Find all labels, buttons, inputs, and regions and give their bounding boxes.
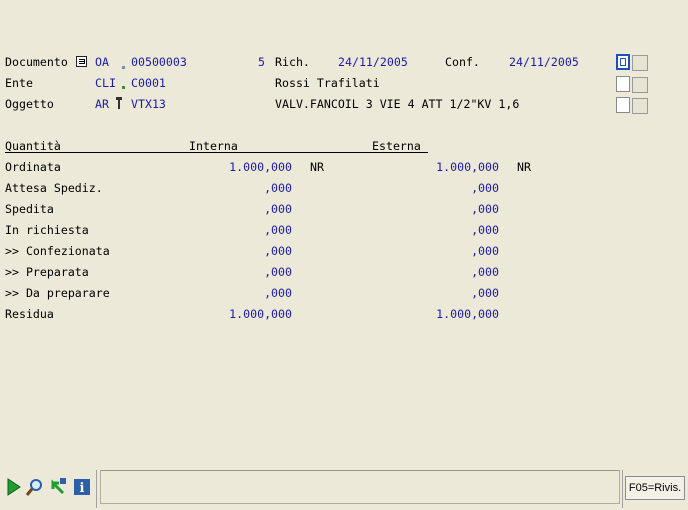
row-esterna-value: ,000 [471, 265, 499, 279]
info-icon[interactable]: i [72, 476, 92, 498]
row-esterna-unit: NR [517, 160, 531, 174]
row-label: >> Preparata [5, 265, 89, 279]
row-label: >> Da preparare [5, 286, 110, 300]
conf-label: Conf. [445, 55, 480, 69]
row-interna-value: ,000 [264, 223, 292, 237]
svg-text:i: i [80, 481, 85, 496]
separator-dot-icon [122, 66, 125, 69]
row-label: Ordinata [5, 160, 61, 174]
row-interna-value: ,000 [264, 202, 292, 216]
row-esterna-value: ,000 [471, 181, 499, 195]
documento-revision[interactable]: 5 [258, 55, 265, 69]
documento-label: Documento [5, 55, 68, 69]
ente-name: Rossi Trafilati [275, 76, 380, 90]
oggetto-type[interactable]: AR [95, 97, 109, 111]
conf-date[interactable]: 24/11/2005 [509, 55, 579, 69]
search-icon[interactable] [25, 476, 45, 498]
row-interna-value: 1.000,000 [229, 307, 292, 321]
row-esterna-value: ,000 [471, 223, 499, 237]
row-esterna-value: ,000 [471, 244, 499, 258]
ente-code[interactable]: C0001 [131, 76, 166, 90]
row-interna-value: ,000 [264, 265, 292, 279]
lookup-button-1[interactable] [632, 55, 648, 71]
row-esterna-value: ,000 [471, 286, 499, 300]
oggetto-description: VALV.FANCOIL 3 VIE 4 ATT 1/2"KV 1,6 [275, 97, 520, 111]
row-interna-value: ,000 [264, 244, 292, 258]
status-panel [100, 470, 620, 504]
row-esterna-value: 1.000,000 [436, 160, 499, 174]
row-interna-value: ,000 [264, 286, 292, 300]
row-label: >> Confezionata [5, 244, 110, 258]
row-label: Residua [5, 307, 54, 321]
lookup-button-2[interactable] [632, 77, 648, 93]
row-interna-value: ,000 [264, 181, 292, 195]
documento-number[interactable]: 00500003 [131, 55, 187, 69]
header-interna: Interna [189, 139, 238, 153]
toolbar-separator [96, 470, 97, 508]
row-label: In richiesta [5, 223, 89, 237]
ente-label: Ente [5, 76, 33, 90]
row-esterna-value: ,000 [471, 202, 499, 216]
row-esterna-value: 1.000,000 [436, 307, 499, 321]
select-checkbox-3[interactable] [616, 97, 630, 113]
row-interna-unit: NR [310, 160, 324, 174]
select-checkbox-1[interactable] [616, 54, 630, 70]
rich-date[interactable]: 24/11/2005 [338, 55, 408, 69]
document-list-icon[interactable] [76, 56, 87, 67]
play-icon[interactable] [4, 476, 24, 498]
pin-icon [116, 97, 122, 109]
ente-marker-icon [122, 86, 125, 89]
oggetto-label: Oggetto [5, 97, 54, 111]
oggetto-code[interactable]: VTX13 [131, 97, 166, 111]
header-underline [5, 152, 428, 153]
ente-type[interactable]: CLI [95, 76, 116, 90]
header-esterna: Esterna [372, 139, 421, 153]
rich-label: Rich. [275, 55, 310, 69]
select-checkbox-2[interactable] [616, 76, 630, 92]
row-label: Spedita [5, 202, 54, 216]
f05-revise-button[interactable]: F05=Rivis. [625, 476, 685, 500]
header-quantita: Quantità [5, 139, 61, 153]
back-arrow-icon[interactable] [48, 476, 68, 498]
toolbar-separator-right [622, 470, 623, 508]
lookup-button-3[interactable] [632, 98, 648, 114]
row-label: Attesa Spediz. [5, 181, 103, 195]
row-interna-value: 1.000,000 [229, 160, 292, 174]
documento-type[interactable]: OA [95, 55, 109, 69]
